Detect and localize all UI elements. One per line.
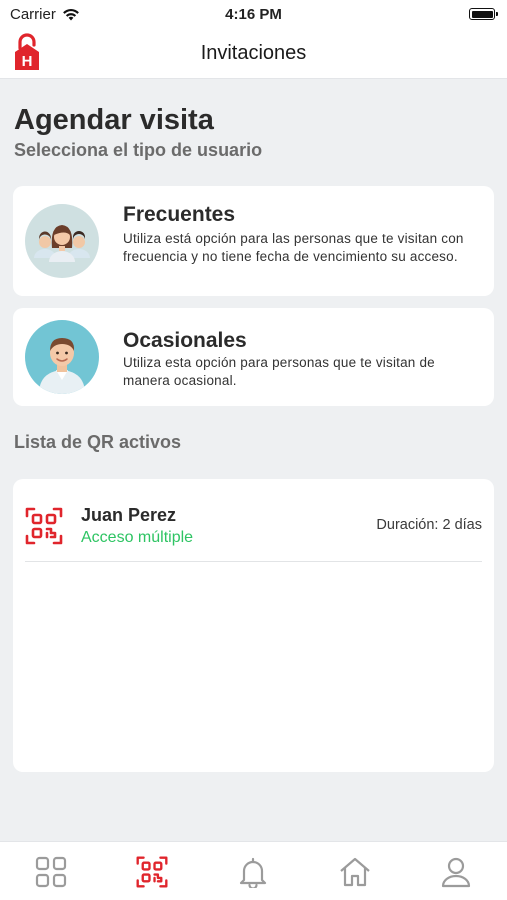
- nav-bar: H Invitaciones: [0, 28, 507, 79]
- active-qr-list: Juan Perez Acceso múltiple Duración: 2 d…: [13, 479, 494, 772]
- tab-home[interactable]: [335, 854, 375, 890]
- page-title: Agendar visita: [14, 104, 214, 136]
- page-subtitle: Selecciona el tipo de usuario: [14, 140, 263, 160]
- house-lock-logo[interactable]: H: [12, 32, 42, 72]
- card-description-frecuentes: Utiliza está opción para las personas qu…: [123, 231, 464, 264]
- tab-bar: [0, 841, 507, 900]
- user-type-card-ocasionales[interactable]: Ocasionales Utiliza esta opción para per…: [13, 308, 494, 406]
- home-icon: [340, 857, 370, 887]
- user-icon: [442, 857, 471, 888]
- status-bar: Carrier 4:16 PM: [0, 0, 507, 28]
- card-title-frecuentes: Frecuentes: [123, 203, 236, 226]
- list-item[interactable]: Juan Perez Acceso múltiple Duración: 2 d…: [25, 497, 482, 562]
- card-description-ocasionales: Utiliza esta opción para personas que te…: [123, 355, 435, 388]
- tab-notifications[interactable]: [233, 854, 273, 890]
- qr-item-name: Juan Perez: [81, 505, 177, 525]
- qr-item-access: Acceso múltiple: [81, 529, 194, 546]
- tab-dashboard[interactable]: [31, 854, 71, 890]
- logo-letter: H: [22, 53, 33, 70]
- carrier-label: Carrier: [10, 5, 56, 23]
- qr-item-duration: Duración: 2 días: [376, 517, 482, 533]
- status-left: Carrier: [10, 6, 80, 23]
- card-title-ocasionales: Ocasionales: [123, 329, 247, 352]
- wifi-icon: [62, 8, 79, 20]
- app-screen: Carrier 4:16 PM H Invitaciones Agendar v…: [0, 0, 507, 900]
- single-avatar-icon: [25, 320, 99, 394]
- tab-profile[interactable]: [436, 854, 476, 890]
- qr-code-icon: [136, 856, 168, 888]
- active-qr-section-label: Lista de QR activos: [14, 432, 182, 452]
- nav-title: Invitaciones: [200, 41, 307, 64]
- battery-icon: [469, 8, 498, 20]
- tab-qr[interactable]: [132, 854, 172, 890]
- user-type-card-frecuentes[interactable]: Frecuentes Utiliza está opción para las …: [13, 186, 494, 296]
- qr-code-icon: [25, 507, 63, 545]
- grid-icon: [35, 856, 66, 888]
- group-avatar-icon: [25, 204, 99, 278]
- bell-icon: [240, 857, 267, 888]
